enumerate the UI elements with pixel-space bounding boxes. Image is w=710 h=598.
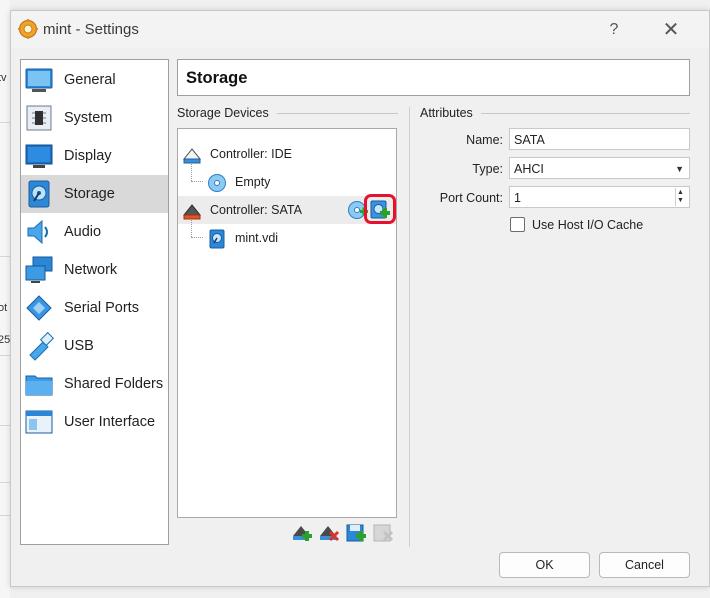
port-count-label: Port Count:: [439, 191, 503, 205]
background-divider: [0, 482, 10, 483]
remove-controller-icon[interactable]: [318, 522, 340, 544]
port-count-value: 1: [514, 191, 521, 205]
virtualbox-gear-icon: [18, 19, 38, 39]
add-attachment-icon[interactable]: [345, 522, 367, 544]
sidebar-item-label: System: [64, 110, 113, 126]
background-window-strip: tv ot 25: [0, 0, 10, 598]
title-bar[interactable]: mint - Settings ? ✕: [11, 11, 709, 48]
storage-tree: Controller: IDE Empty Controller: SATA m…: [177, 128, 397, 518]
optical-disc-icon: [208, 174, 226, 192]
settings-dialog: mint - Settings ? ✕ General System Displ…: [10, 10, 710, 587]
type-label: Type:: [472, 162, 503, 176]
controller-icon: [182, 204, 202, 220]
storage-icon: [28, 180, 50, 208]
tree-item-controller-ide[interactable]: Controller: IDE: [178, 140, 396, 168]
hard-disk-icon: [209, 229, 225, 249]
add-hard-disk-icon[interactable]: [369, 199, 391, 221]
remove-attachment-icon[interactable]: [372, 522, 394, 544]
system-icon: [26, 105, 52, 131]
name-label: Name:: [466, 133, 503, 147]
sidebar-item-user-interface[interactable]: User Interface: [21, 403, 168, 441]
tree-item-controller-sata[interactable]: Controller: SATA: [178, 194, 396, 224]
spin-up-icon[interactable]: ▲: [677, 189, 684, 197]
controller-icon: [182, 148, 202, 164]
storage-devices-heading: Storage Devices: [177, 106, 269, 120]
attributes-heading: Attributes: [420, 106, 473, 120]
usb-icon: [29, 331, 54, 361]
user-interface-icon: [25, 410, 53, 434]
tree-item-mint-vdi[interactable]: mint.vdi: [178, 224, 396, 252]
tree-item-label: Empty: [235, 175, 271, 189]
audio-icon: [27, 219, 48, 245]
tree-item-label: Controller: SATA: [210, 203, 302, 217]
sidebar-item-audio[interactable]: Audio: [21, 213, 168, 251]
port-count-spinbox[interactable]: 1 ▲ ▼: [509, 186, 690, 208]
sidebar-item-label: Audio: [64, 224, 102, 240]
network-icon: [25, 256, 53, 283]
host-io-cache-label[interactable]: Use Host I/O Cache: [532, 218, 643, 232]
ok-button[interactable]: OK: [499, 552, 590, 578]
tree-item-label: mint.vdi: [235, 231, 279, 245]
panel-separator: [409, 107, 410, 547]
sidebar-item-general[interactable]: General: [21, 61, 168, 99]
background-divider: [0, 122, 10, 123]
background-text: ot: [0, 302, 8, 314]
background-divider: [0, 425, 10, 426]
name-value: SATA: [514, 133, 545, 147]
type-value: AHCI: [514, 162, 544, 176]
tree-item-label: Controller: IDE: [210, 147, 292, 161]
sidebar-item-label: Display: [64, 148, 112, 164]
sidebar-item-usb[interactable]: USB: [21, 327, 168, 365]
section-divider: [277, 113, 398, 114]
sidebar-item-label: Shared Folders: [64, 376, 164, 392]
sidebar-item-label: USB: [64, 338, 94, 354]
sidebar-item-network[interactable]: Network: [21, 251, 168, 289]
sidebar-item-label: General: [64, 72, 116, 88]
background-divider: [0, 515, 10, 516]
page-header: Storage: [177, 59, 690, 96]
sidebar-item-display[interactable]: Display: [21, 137, 168, 175]
section-divider: [481, 113, 690, 114]
help-button[interactable]: ?: [594, 17, 634, 43]
spin-buttons[interactable]: ▲ ▼: [675, 188, 688, 206]
name-field[interactable]: SATA: [509, 128, 690, 150]
sidebar-item-storage[interactable]: Storage: [21, 175, 168, 213]
chevron-down-icon: ▼: [675, 164, 684, 174]
host-io-cache-checkbox[interactable]: [510, 217, 525, 232]
close-button[interactable]: ✕: [651, 17, 691, 43]
add-controller-icon[interactable]: [291, 522, 313, 544]
sidebar-item-label: Storage: [64, 186, 115, 202]
sidebar-item-shared-folders[interactable]: Shared Folders: [21, 365, 168, 403]
general-icon: [25, 68, 53, 92]
background-divider: [0, 256, 10, 257]
serial-ports-icon: [26, 295, 52, 321]
page-title: Storage: [186, 69, 248, 87]
cancel-button[interactable]: Cancel: [599, 552, 690, 578]
background-text: 25: [0, 334, 11, 346]
sidebar-item-label: Network: [64, 262, 118, 278]
shared-folders-icon: [25, 375, 53, 396]
sidebar-item-serial-ports[interactable]: Serial Ports: [21, 289, 168, 327]
window-title: mint - Settings: [43, 21, 139, 38]
display-icon: [25, 144, 53, 168]
background-text: tv: [0, 72, 7, 84]
type-select[interactable]: AHCI ▼: [509, 157, 690, 179]
sidebar-item-label: Serial Ports: [64, 300, 139, 316]
background-divider: [0, 355, 10, 356]
sidebar-item-system[interactable]: System: [21, 99, 168, 137]
settings-category-list: General System Display Storage Audio Net…: [20, 59, 169, 545]
sidebar-item-label: User Interface: [64, 414, 156, 430]
spin-down-icon[interactable]: ▼: [677, 197, 684, 205]
tree-item-empty-optical[interactable]: Empty: [178, 168, 396, 196]
